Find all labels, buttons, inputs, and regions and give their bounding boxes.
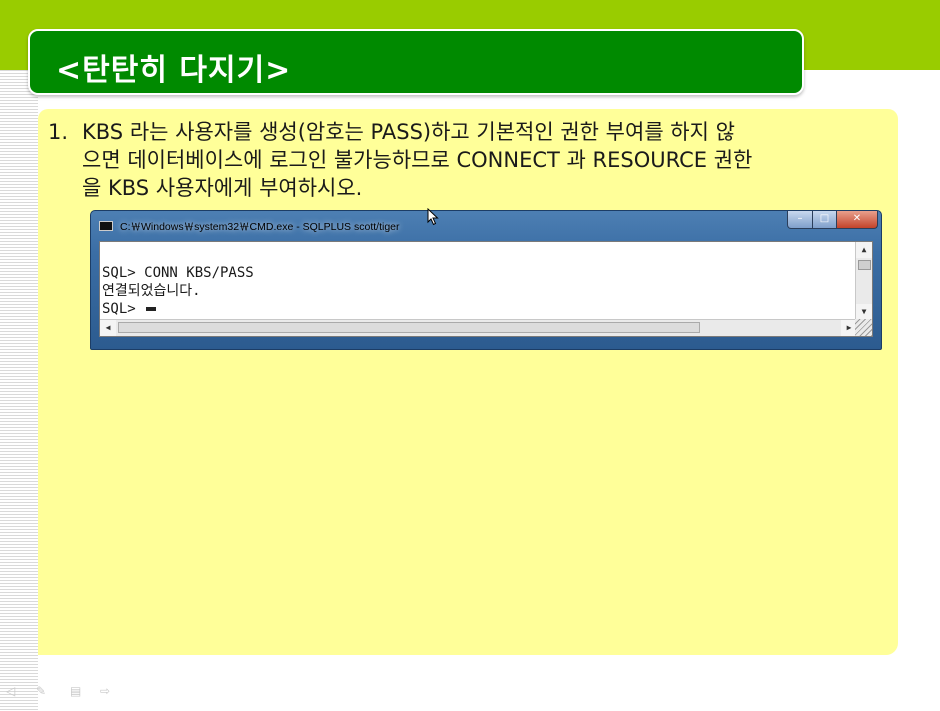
cmd-titlebar[interactable]: C:￦Windows￦system32￦CMD.exe - SQLPLUS sc… (91, 211, 881, 241)
scroll-down-icon[interactable]: ▼ (856, 304, 872, 320)
nav-next-icon[interactable]: ⇨ (100, 684, 110, 698)
vertical-scrollbar[interactable]: ▲ ▼ (855, 242, 872, 320)
question-number: 1. (48, 120, 69, 144)
maximize-button[interactable]: □ (812, 211, 837, 229)
question-line: 을 KBS 사용자에게 부여하시오. (82, 176, 363, 200)
menu-icon[interactable]: ▤ (70, 684, 81, 698)
pen-icon[interactable]: ✎ (36, 684, 46, 698)
mouse-pointer-icon (427, 208, 439, 226)
question-line: KBS 라는 사용자를 생성(암호는 PASS)하고 기본적인 권한 부여를 하… (82, 120, 735, 144)
close-button[interactable]: ✕ (836, 211, 878, 229)
horizontal-scrollbar[interactable]: ◀ ▶ (100, 319, 857, 336)
console-prompt: SQL> (102, 301, 145, 317)
left-striped-margin (0, 70, 38, 711)
resize-grip-icon[interactable] (855, 319, 872, 336)
scroll-up-icon[interactable]: ▲ (856, 242, 872, 258)
minimize-button[interactable]: – (787, 211, 813, 229)
nav-prev-icon[interactable]: ◁ (6, 684, 15, 698)
page-title: <탄탄히 다지기> (56, 53, 292, 88)
slide: <탄탄히 다지기> 1. KBS 라는 사용자를 생성(암호는 PASS)하고 … (0, 0, 940, 711)
horizontal-scroll-thumb[interactable] (118, 322, 700, 333)
question-line: 으면 데이터베이스에 로그인 불가능하므로 CONNECT 과 RESOURCE… (82, 148, 753, 172)
cmd-window-title: C:￦Windows￦system32￦CMD.exe - SQLPLUS sc… (120, 221, 400, 233)
console-icon (99, 221, 113, 231)
title-box: <탄탄히 다지기> (28, 29, 804, 95)
console-line: 연결되었습니다. (102, 283, 201, 299)
cmd-window[interactable]: C:￦Windows￦system32￦CMD.exe - SQLPLUS sc… (90, 210, 882, 350)
console-line: SQL> CONN KBS/PASS (102, 265, 254, 281)
console-prompt-line[interactable]: SQL> (102, 300, 157, 318)
console-output[interactable]: SQL> CONN KBS/PASS 연결되었습니다. SQL> ▲ ▼ ◀ ▶ (99, 241, 873, 337)
text-cursor (146, 307, 157, 311)
vertical-scroll-thumb[interactable] (858, 260, 871, 270)
scroll-left-icon[interactable]: ◀ (100, 320, 116, 336)
